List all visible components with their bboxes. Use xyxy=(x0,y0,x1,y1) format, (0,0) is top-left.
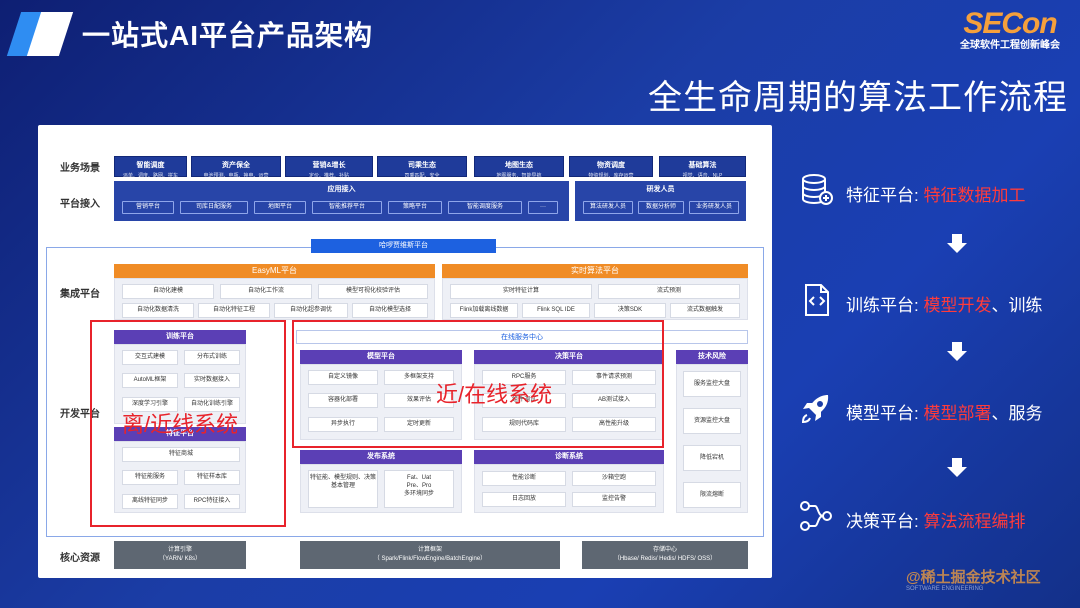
release-item: 特征能、模型规则、决策基本管理 xyxy=(308,470,378,508)
core-resource: 计算引擎 （YARN/ K8s） xyxy=(114,541,246,569)
easyml-item: 自动化数据清洗 xyxy=(122,303,194,318)
easyml-item: 自动化特征工程 xyxy=(198,303,270,318)
business-card: 基础算法 视觉、语音、NLP xyxy=(659,156,746,179)
easyml-item: 模型可视化校验评估 xyxy=(318,284,428,299)
sidebar-item-decision: 决策平台: 算法流程编排 xyxy=(846,512,1026,531)
easyml-item: 自动化工作流 xyxy=(220,284,312,299)
offline-overlay-label: 离/近线系统 xyxy=(122,412,239,437)
business-card: 资产保全 电池预测、电瓶、换电、运营 xyxy=(191,156,281,179)
access-item: 司库日配服务 xyxy=(180,201,248,214)
slide-headline: 全生命周期的算法工作流程 xyxy=(648,79,1068,117)
realtime-item: 流式数据触发 xyxy=(670,303,740,318)
release-header: 发布系统 xyxy=(300,450,462,464)
dev-access-item: 业务研发人员 xyxy=(689,201,739,214)
tech-risk-item: 限流熔断 xyxy=(683,482,741,508)
realtime-header: 实时算法平台 xyxy=(442,264,748,278)
easyml-header: EasyML平台 xyxy=(114,264,435,278)
watermark-sub: SOFTWARE ENGINEERING xyxy=(906,586,984,592)
arrow-down-icon xyxy=(947,234,967,253)
workflow-icon xyxy=(800,501,832,531)
business-card: 物资调度 物资规划、库存运营 xyxy=(569,156,653,179)
diagnose-item: 性能诊断 xyxy=(482,471,566,486)
diagnose-item: 监控告警 xyxy=(572,492,656,507)
business-card: 营销&增长 定价、推荐、补贴 xyxy=(285,156,373,179)
tech-risk-header: 技术风险 xyxy=(676,350,748,364)
row-label-access: 平台接入 xyxy=(60,199,100,210)
business-card: 地图生态 地图服务、智能导航 xyxy=(474,156,564,179)
tech-risk-item: 服务监控大盘 xyxy=(683,371,741,397)
easyml-item: 自动化建模 xyxy=(122,284,214,299)
realtime-item: Flink SQL IDE xyxy=(522,303,590,318)
sidebar-item-feature: 特征平台: 特征数据加工 xyxy=(846,186,1026,205)
watermark: @稀土掘金技术社区 xyxy=(906,569,1041,586)
row-label-business: 业务场景 xyxy=(60,163,100,174)
tech-risk-item: 降低宕机 xyxy=(683,445,741,471)
arrow-down-icon xyxy=(947,458,967,477)
dev-access-item: 数据分析师 xyxy=(638,201,684,214)
realtime-item: 实时特征计算 xyxy=(450,284,592,299)
core-resource: 存储中心 （Hbase/ Redis/ Hedis/ HDFS/ OSS） xyxy=(582,541,748,569)
access-item: 策略平台 xyxy=(388,201,442,214)
dev-access-item: 算法研发人员 xyxy=(583,201,633,214)
arrow-down-icon xyxy=(947,342,967,361)
access-item: 营销平台 xyxy=(122,201,174,214)
sidebar-item-training: 训练平台: 模型开发、训练 xyxy=(846,296,1043,315)
easyml-item: 自动化模型选择 xyxy=(352,303,428,318)
diagnose-item: 日志回放 xyxy=(482,492,566,507)
release-item: Fat、Uat Pre、Pro 多环境同步 xyxy=(384,470,454,508)
business-card: 司乘生态 司乘匹配、安全 xyxy=(377,156,467,179)
code-file-icon xyxy=(805,284,829,316)
tech-risk-item: 资源监控大盘 xyxy=(683,408,741,434)
secon-word: SECon xyxy=(963,7,1057,40)
diagnose-header: 诊断系统 xyxy=(474,450,664,464)
access-item: 智能调度服务 xyxy=(448,201,522,214)
realtime-item: 流式预测 xyxy=(598,284,740,299)
access-item: 智能推荐平台 xyxy=(312,201,382,214)
sidebar-item-model: 模型平台: 模型部署、服务 xyxy=(846,404,1043,423)
diagnose-item: 沙箱空跑 xyxy=(572,471,656,486)
access-item: 地图平台 xyxy=(254,201,306,214)
realtime-item: Flink加载离线数据 xyxy=(450,303,518,318)
secon-subtitle: 全球软件工程创新峰会 xyxy=(960,40,1060,51)
slide-title: 一站式AI平台产品架构 xyxy=(82,20,374,51)
architecture-diagram: 业务场景 平台接入 集成平台 开发平台 核心资源 智能调度 派单、调度、路网、拼车… xyxy=(38,125,772,578)
realtime-item: 决策SDK xyxy=(594,303,666,318)
row-label-core: 核心资源 xyxy=(60,553,100,564)
rocket-icon xyxy=(801,395,829,424)
online-overlay-label: 近/在线系统 xyxy=(436,382,553,407)
core-resource: 计算框架（ Spark/Flink/FlowEngine/BatchEngine… xyxy=(300,541,560,569)
secon-logo: SECon 全球软件工程创新峰会 xyxy=(954,8,1066,52)
access-item: ··· xyxy=(528,201,558,214)
hello-jarvis-tab: 哈啰贾维斯平台 xyxy=(311,239,496,253)
database-icon xyxy=(802,174,833,205)
business-card: 智能调度 派单、调度、路网、拼车 xyxy=(114,156,187,179)
easyml-item: 自动化超参调优 xyxy=(274,303,348,318)
